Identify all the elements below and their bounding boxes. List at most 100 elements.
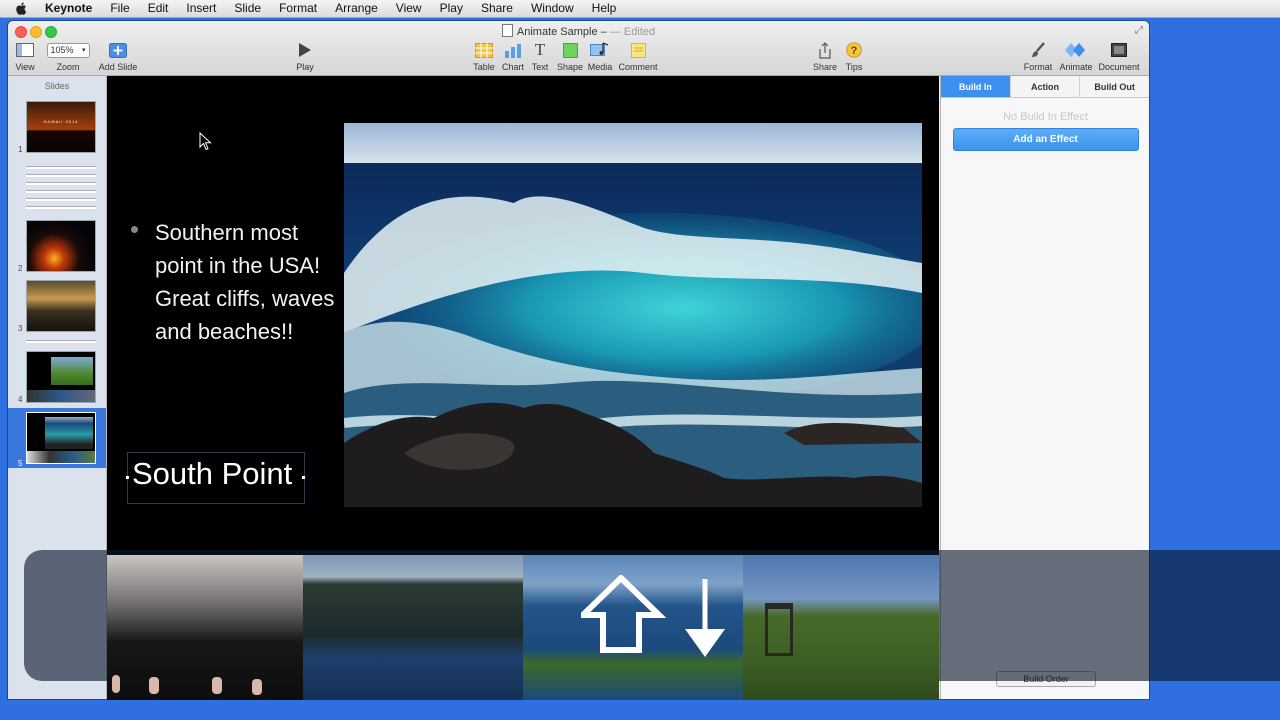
media-button[interactable]: Media: [587, 41, 613, 72]
skipped-slide[interactable]: [26, 340, 96, 343]
overlay-arrows: [575, 573, 731, 660]
skipped-slide[interactable]: [26, 198, 96, 201]
thumbnail-image: HAWAII 2014: [26, 101, 96, 153]
menu-edit[interactable]: Edit: [139, 0, 178, 17]
menu-file[interactable]: File: [101, 0, 138, 17]
resize-handle[interactable]: [302, 476, 305, 479]
tips-label: Tips: [845, 62, 863, 72]
navigator-title: Slides: [44, 81, 70, 91]
thumbnail-image: [26, 412, 96, 464]
thumbnail-caption: HAWAII 2014: [43, 119, 79, 124]
view-icon: [14, 41, 36, 59]
skipped-slide[interactable]: [26, 182, 96, 185]
table-button[interactable]: Table: [471, 41, 497, 72]
format-label: Format: [1023, 62, 1053, 72]
chart-icon: [500, 41, 526, 59]
text-icon: T: [534, 40, 546, 59]
shape-icon: [557, 41, 583, 59]
resize-handle[interactable]: [126, 476, 129, 479]
view-button[interactable]: View: [14, 41, 36, 72]
shape-label: Shape: [557, 62, 584, 72]
animate-label: Animate: [1059, 62, 1093, 72]
chart-button[interactable]: Chart: [500, 41, 526, 72]
slide-thumbnail-4[interactable]: 4: [8, 350, 106, 404]
table-label: Table: [473, 62, 495, 72]
slide-thumbnail-2[interactable]: 2: [8, 219, 106, 273]
thumbnail-image: [26, 220, 96, 272]
inspector-tabs: Build In Action Build Out: [941, 76, 1149, 98]
slide-number: 1: [18, 145, 23, 154]
down-arrow-icon: [685, 579, 725, 657]
question-icon: ?: [841, 41, 867, 59]
chart-label: Chart: [501, 62, 524, 72]
film-image-cliffs: [303, 555, 523, 700]
edited-status: — Edited: [609, 26, 656, 38]
play-icon: [292, 41, 318, 59]
skipped-slide[interactable]: [26, 166, 96, 169]
svg-text:?: ?: [851, 45, 858, 57]
document-button[interactable]: Document: [1098, 41, 1140, 72]
slide-thumbnail-1[interactable]: HAWAII 2014 1: [8, 100, 106, 154]
slide-thumbnail-3[interactable]: 3: [8, 279, 106, 333]
share-icon: [812, 41, 838, 59]
text-button[interactable]: T Text: [528, 40, 552, 72]
bullet-text[interactable]: Southern most point in the USA! Great cl…: [155, 216, 335, 348]
media-icon: [587, 41, 613, 59]
slide-number: 4: [18, 395, 23, 404]
share-label: Share: [812, 62, 838, 72]
add-slide-icon: [98, 41, 138, 59]
format-button[interactable]: Format: [1023, 41, 1053, 72]
comment-button[interactable]: Comment: [618, 41, 658, 72]
zoom-select[interactable]: 105% ▾: [46, 42, 90, 58]
tab-action[interactable]: Action: [1010, 76, 1081, 97]
document-icon: [501, 24, 513, 37]
menu-format[interactable]: Format: [270, 0, 326, 17]
menu-help[interactable]: Help: [583, 0, 626, 17]
zoom-label: Zoom: [56, 62, 80, 72]
table-icon: [471, 41, 497, 59]
up-arrow-icon: [575, 573, 667, 653]
document-label: Document: [1098, 62, 1140, 72]
menu-play[interactable]: Play: [431, 0, 472, 17]
tab-build-in[interactable]: Build In: [941, 76, 1011, 97]
menu-slide[interactable]: Slide: [225, 0, 270, 17]
share-button[interactable]: Share: [812, 41, 838, 72]
skipped-slide[interactable]: [26, 206, 96, 209]
film-image-foam: [107, 555, 303, 700]
menu-window[interactable]: Window: [522, 0, 583, 17]
skipped-slide[interactable]: [26, 190, 96, 193]
thumbnail-image: [26, 280, 96, 332]
menu-arrange[interactable]: Arrange: [326, 0, 387, 17]
tab-build-out[interactable]: Build Out: [1080, 76, 1149, 97]
window-title: Animate Sample – — Edited: [8, 24, 1149, 38]
paintbrush-icon: [1023, 41, 1053, 59]
apple-icon[interactable]: [14, 2, 28, 16]
slide-title[interactable]: South Point: [132, 456, 292, 492]
menu-insert[interactable]: Insert: [177, 0, 225, 17]
skipped-slide[interactable]: [26, 174, 96, 177]
film-image-field: [743, 555, 939, 700]
play-button[interactable]: Play: [292, 41, 318, 72]
add-slide-label: Add Slide: [98, 62, 138, 72]
menu-view[interactable]: View: [387, 0, 431, 17]
mouse-pointer-icon: [199, 131, 212, 156]
menu-share[interactable]: Share: [472, 0, 522, 17]
slide-thumbnail-5[interactable]: 5: [8, 408, 106, 468]
wave-photo[interactable]: [344, 123, 922, 507]
menu-keynote[interactable]: Keynote: [36, 0, 101, 17]
animate-button[interactable]: Animate: [1058, 41, 1094, 72]
add-effect-button[interactable]: Add an Effect: [952, 128, 1139, 151]
thumbnail-image: [26, 351, 96, 403]
document-icon: [1098, 41, 1140, 59]
view-label: View: [15, 62, 35, 72]
tips-button[interactable]: ? Tips: [841, 41, 867, 72]
fullscreen-icon[interactable]: ⤢: [1135, 25, 1143, 36]
menu-bar: Keynote File Edit Insert Slide Format Ar…: [0, 0, 1280, 18]
play-label: Play: [296, 62, 314, 72]
animate-icon: [1058, 41, 1094, 59]
zoom-control[interactable]: 105% ▾ Zoom: [46, 41, 90, 72]
film-strip: [107, 555, 939, 700]
text-label: Text: [531, 62, 549, 72]
shape-button[interactable]: Shape: [557, 41, 583, 72]
add-slide-button[interactable]: Add Slide: [98, 41, 138, 72]
